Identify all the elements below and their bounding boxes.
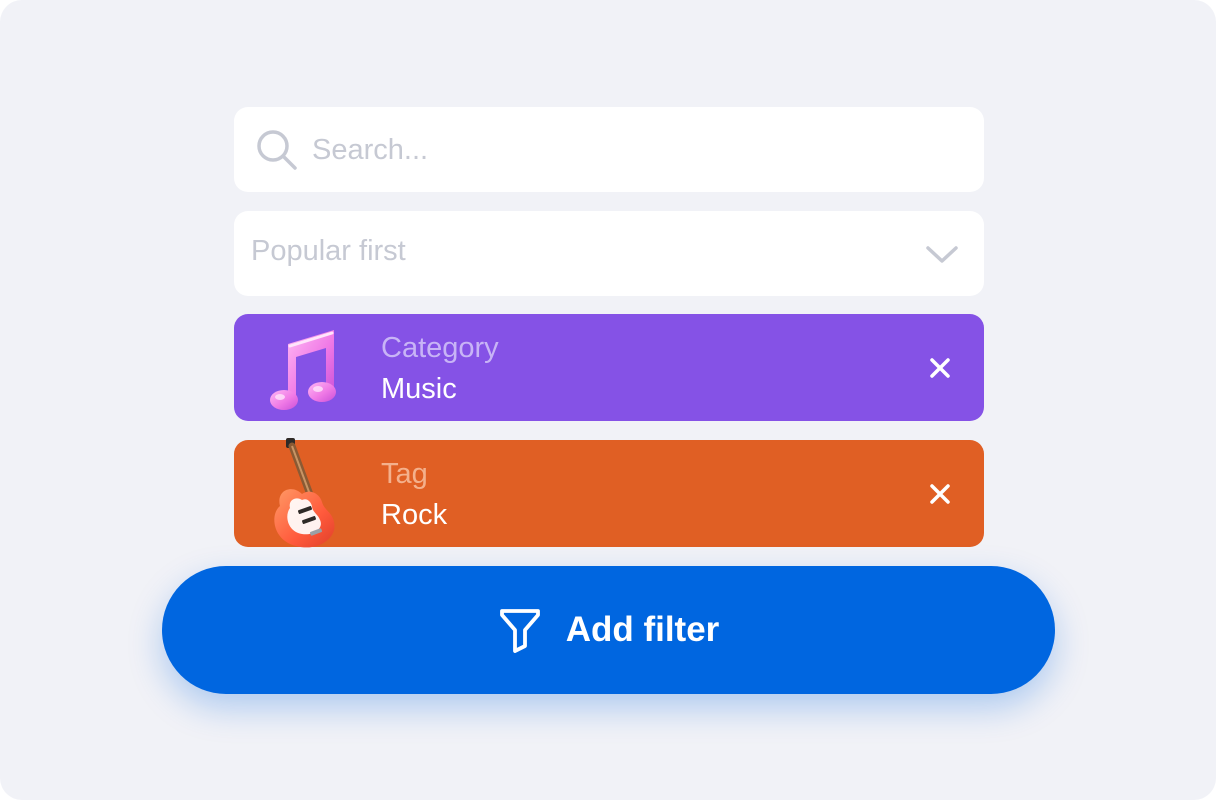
search-box[interactable] bbox=[234, 107, 984, 192]
filter-title: Category bbox=[381, 332, 499, 364]
add-filter-label: Add filter bbox=[565, 610, 720, 649]
add-filter-content: Add filter bbox=[162, 566, 1055, 694]
sort-selected-value: Popular first bbox=[251, 235, 406, 267]
filter-value: Rock bbox=[381, 499, 448, 531]
filter-chip-category[interactable]: Category Music bbox=[234, 314, 984, 421]
close-icon[interactable] bbox=[924, 478, 956, 510]
electric-guitar-icon bbox=[274, 438, 335, 548]
search-icon bbox=[257, 130, 297, 170]
add-filter-button[interactable]: Add filter bbox=[162, 566, 1055, 694]
canvas: Popular first Category Music bbox=[0, 0, 1216, 800]
chevron-down-icon[interactable] bbox=[924, 241, 960, 267]
filter-title: Tag bbox=[381, 458, 428, 490]
search-input[interactable] bbox=[312, 127, 952, 173]
filter-chip-tag[interactable]: Tag Rock bbox=[234, 438, 984, 548]
filter-value: Music bbox=[381, 373, 457, 405]
music-note-icon bbox=[270, 330, 336, 410]
sort-select[interactable]: Popular first bbox=[234, 211, 984, 296]
funnel-icon bbox=[499, 609, 540, 653]
close-icon[interactable] bbox=[924, 352, 956, 384]
